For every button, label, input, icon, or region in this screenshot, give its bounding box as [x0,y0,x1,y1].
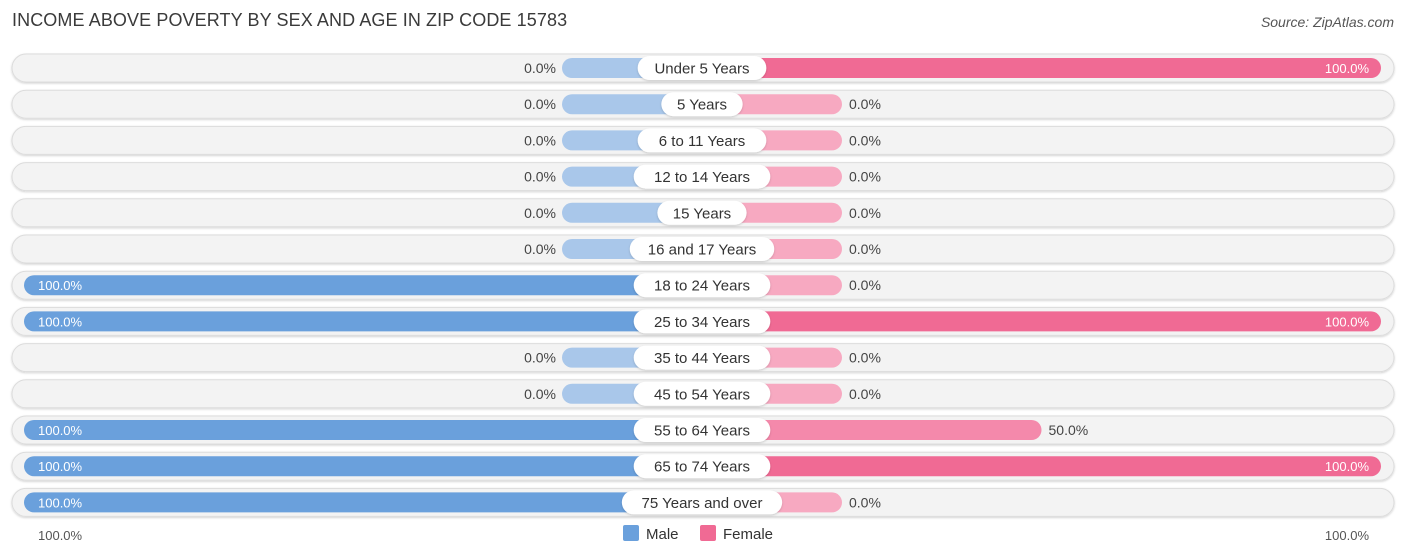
male-bar [24,275,702,296]
male-bar [24,420,702,440]
male-value-label: 0.0% [524,169,556,185]
male-value-label: 100.0% [38,278,83,293]
male-bar [24,311,702,332]
axis-left-label: 100.0% [38,528,83,543]
category-label: 55 to 64 Years [654,423,750,440]
female-value-label: 100.0% [1325,459,1370,474]
female-bar [702,311,1381,332]
male-value-label: 0.0% [524,205,556,221]
female-value-label: 100.0% [1325,314,1370,329]
category-label: 25 to 34 Years [654,314,750,331]
female-value-label: 0.0% [849,132,881,148]
male-value-label: 100.0% [38,459,83,474]
male-bar [24,456,702,477]
female-value-label: 0.0% [849,169,881,185]
female-bar [702,456,1381,477]
legend-female-swatch [700,525,716,541]
category-label: 16 and 17 Years [648,242,756,259]
legend-female-label: Female [723,526,773,543]
category-label: 12 to 14 Years [654,169,750,186]
female-value-label: 0.0% [849,205,881,221]
category-label: 35 to 44 Years [654,350,750,367]
category-label: 5 Years [677,97,727,114]
female-value-label: 0.0% [849,277,881,293]
male-value-label: 0.0% [524,241,556,257]
female-value-label: 0.0% [849,241,881,257]
male-value-label: 100.0% [38,314,83,329]
male-value-label: 0.0% [524,60,556,76]
male-value-label: 0.0% [524,132,556,148]
category-label: 75 Years and over [642,495,763,512]
female-value-label: 0.0% [849,494,881,510]
category-label: 18 to 24 Years [654,278,750,295]
category-label: Under 5 Years [654,61,749,78]
male-value-label: 0.0% [524,96,556,112]
axis-right-label: 100.0% [1325,528,1370,543]
female-value-label: 0.0% [849,350,881,366]
category-label: 45 to 54 Years [654,386,750,403]
legend-male-swatch [623,525,639,541]
male-value-label: 100.0% [38,423,83,438]
female-value-label: 0.0% [849,386,881,402]
male-value-label: 0.0% [524,386,556,402]
category-label: 15 Years [673,205,731,222]
female-value-label: 0.0% [849,96,881,112]
chart: 0.0% 100.0% Under 5 Years 0.0% 0.0% 5 Years 0.… [11,53,1395,543]
male-value-label: 0.0% [524,350,556,366]
male-bar [24,492,702,513]
male-value-label: 100.0% [38,495,83,510]
legend-male-label: Male [646,526,679,543]
female-value-label: 50.0% [1049,422,1089,438]
category-label: 6 to 11 Years [659,133,745,150]
female-value-label: 100.0% [1325,61,1370,76]
category-label: 65 to 74 Years [654,459,750,476]
female-bar [702,58,1381,78]
